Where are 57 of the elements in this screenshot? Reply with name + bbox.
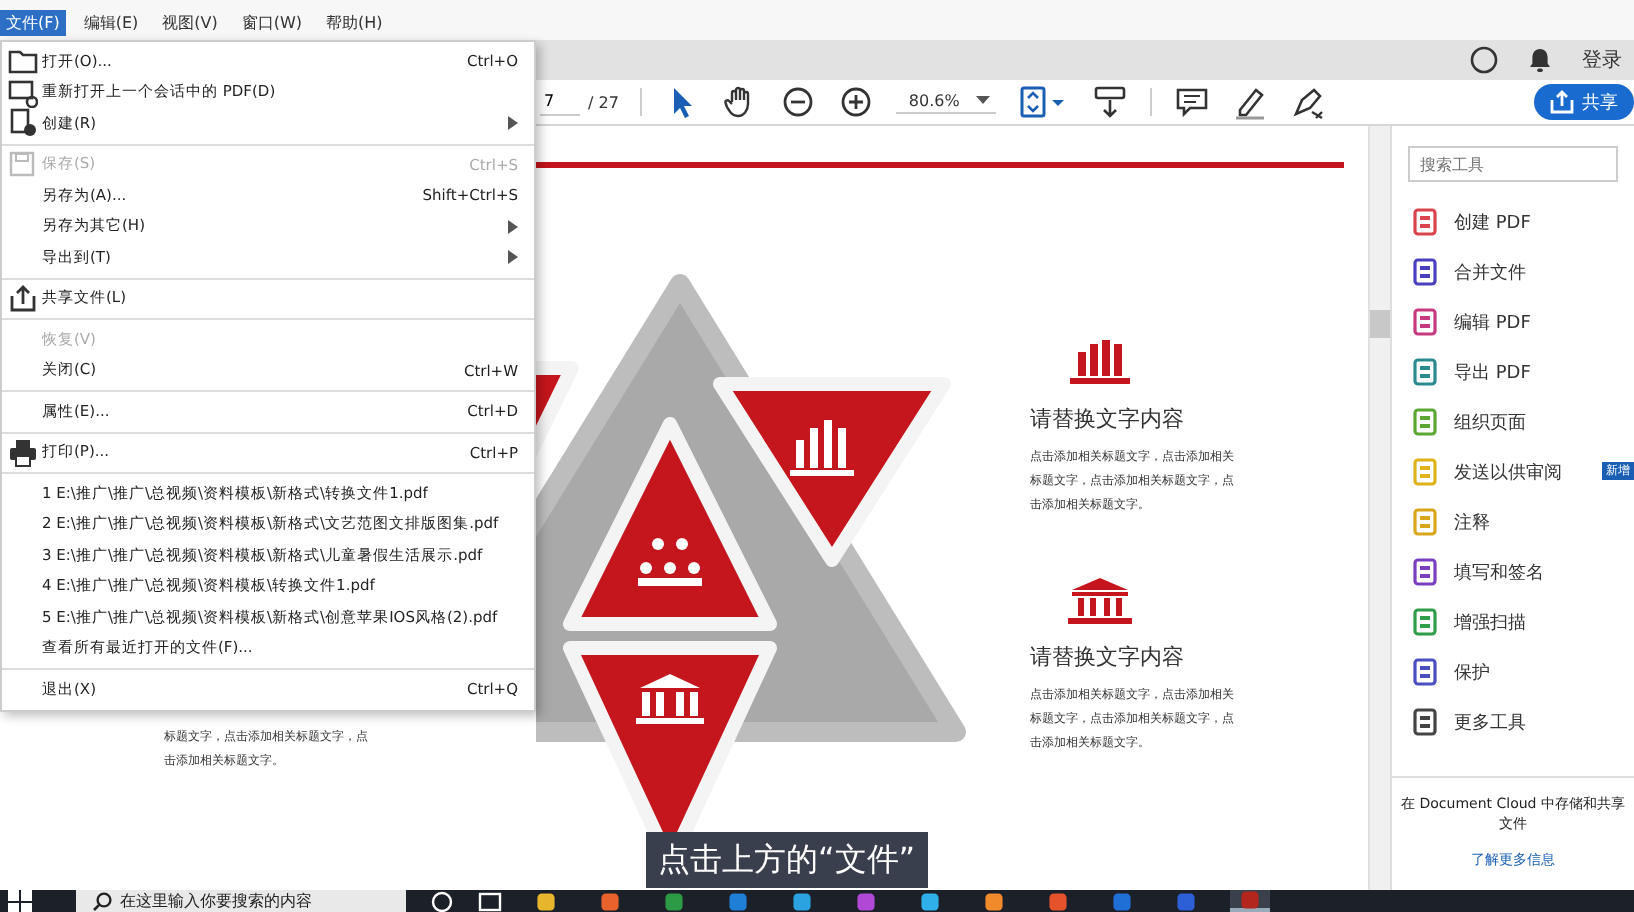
zoom-out-icon[interactable] [780,84,817,120]
comment-icon[interactable] [1173,84,1210,120]
create-document-icon [7,108,37,139]
pen-icon[interactable] [1289,84,1326,120]
heading: 请替换文字内容 [1030,642,1186,672]
zoom-dropdown[interactable]: 80.6% [896,91,996,113]
video-caption: 点击上方的“文件” [646,832,928,888]
tool-item[interactable]: 注释 [1454,509,1490,535]
search-field[interactable]: 搜索工具 [1408,146,1618,182]
app-icon[interactable] [600,891,620,911]
menu-item[interactable]: 窗口(W) [235,10,309,36]
app-icon[interactable] [792,891,812,911]
tool-item[interactable]: 组织页面 [1454,409,1526,435]
tool-item[interactable]: 导出 PDF [1454,359,1531,385]
bar-chart-icon [1066,336,1134,388]
tool-item[interactable]: 保护 [1454,659,1490,685]
highlighter-icon[interactable] [1231,84,1268,120]
tool-item[interactable]: 合并文件 [1454,259,1526,285]
tool-item[interactable]: 增强扫描 [1454,609,1526,635]
search-icon [92,891,112,911]
menu-item[interactable]: 帮助(H) [320,10,389,36]
menu-item[interactable]: 文件(F) [0,10,66,36]
taskbar-search-box[interactable]: 在这里输入你要搜索的内容 [76,890,406,912]
tool-item[interactable]: 发送以供审阅 [1454,459,1562,485]
reopen-document-icon [7,77,37,108]
circle-icon[interactable] [430,890,454,912]
printer-icon [7,437,37,468]
app-icon[interactable] [920,891,940,911]
building-icon [1066,574,1134,626]
task-view-icon[interactable] [478,890,502,912]
app-icon[interactable] [1048,891,1068,911]
share-button[interactable]: 共享 [1534,84,1634,120]
share-icon [7,283,37,314]
sign-in-link[interactable]: 登录 [1582,46,1622,74]
bell-icon[interactable] [1526,46,1554,74]
tool-item[interactable]: 更多工具 [1454,709,1526,735]
tool-item[interactable]: 编辑 PDF [1454,309,1531,335]
menu-item[interactable]: 编辑(E) [77,10,145,36]
tool-item[interactable]: 填写和签名 [1454,559,1544,585]
windows-start-icon[interactable] [8,890,32,912]
app-icon[interactable] [728,891,748,911]
scrollbar[interactable] [1368,126,1390,890]
scroll-mode-icon[interactable] [1091,84,1128,120]
page-count: / 27 [588,93,619,111]
page-fit-icon[interactable] [1017,84,1070,120]
heading: 请替换文字内容 [1030,404,1186,434]
folder-icon [7,46,37,77]
caret-icon [975,95,990,105]
app-icon[interactable] [984,891,1004,911]
tool-item[interactable]: 创建 PDF [1454,209,1531,235]
app-icon[interactable] [536,891,556,911]
share-icon [1550,90,1574,114]
menu-item[interactable]: 视图(V) [156,10,224,36]
page-number-field[interactable]: 7 [540,89,580,115]
app-icon[interactable] [856,891,876,911]
zoom-in-icon[interactable] [838,84,875,120]
app-icon[interactable] [664,891,684,911]
